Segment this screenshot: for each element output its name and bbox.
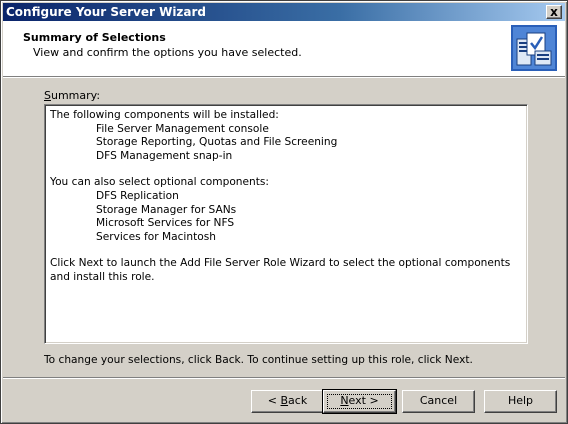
optional-item: Storage Manager for SANs	[96, 203, 237, 216]
install-item: DFS Management snap-in	[96, 149, 233, 162]
close-icon: x	[550, 5, 558, 19]
install-heading: The following components will be install…	[50, 109, 279, 121]
wizard-header: Summary of Selections View and confirm t…	[3, 21, 565, 78]
back-button-prefix: <	[267, 394, 281, 407]
install-item: Storage Reporting, Quotas and File Scree…	[96, 136, 338, 149]
page-subtitle: View and confirm the options you have se…	[33, 46, 302, 59]
optional-item: DFS Replication	[96, 189, 179, 202]
summary-label-accelerator: S	[44, 89, 51, 102]
back-button-label: ack	[288, 394, 308, 407]
install-item: File Server Management console	[96, 122, 269, 135]
wizard-window: Configure Your Server Wizard x Summary o…	[0, 0, 568, 424]
focus-rect	[327, 394, 392, 409]
summary-textbox[interactable]: The following components will be install…	[44, 104, 528, 344]
cancel-button[interactable]: Cancel	[402, 390, 475, 413]
closing-text: Click Next to launch the Add File Server…	[50, 257, 511, 283]
page-title: Summary of Selections	[23, 31, 166, 44]
server-wizard-icon	[511, 25, 557, 71]
summary-label: Summary:	[44, 89, 100, 102]
back-button[interactable]: < Back	[251, 390, 324, 413]
title-bar[interactable]: Configure Your Server Wizard x	[3, 3, 565, 21]
optional-heading: You can also select optional components:	[50, 176, 269, 189]
next-button[interactable]: Next >	[322, 389, 397, 414]
close-button[interactable]: x	[546, 5, 562, 19]
button-separator	[3, 377, 565, 379]
help-button[interactable]: Help	[484, 390, 557, 413]
instructions-text: To change your selections, click Back. T…	[44, 354, 473, 366]
cancel-button-label: Cancel	[419, 394, 458, 407]
summary-label-text: ummary:	[50, 89, 101, 102]
help-button-label: Help	[507, 394, 534, 407]
optional-item: Services for Macintosh	[96, 230, 216, 243]
window-title: Configure Your Server Wizard	[6, 5, 207, 19]
optional-item: Microsoft Services for NFS	[96, 217, 235, 230]
back-button-accelerator: B	[280, 394, 289, 407]
